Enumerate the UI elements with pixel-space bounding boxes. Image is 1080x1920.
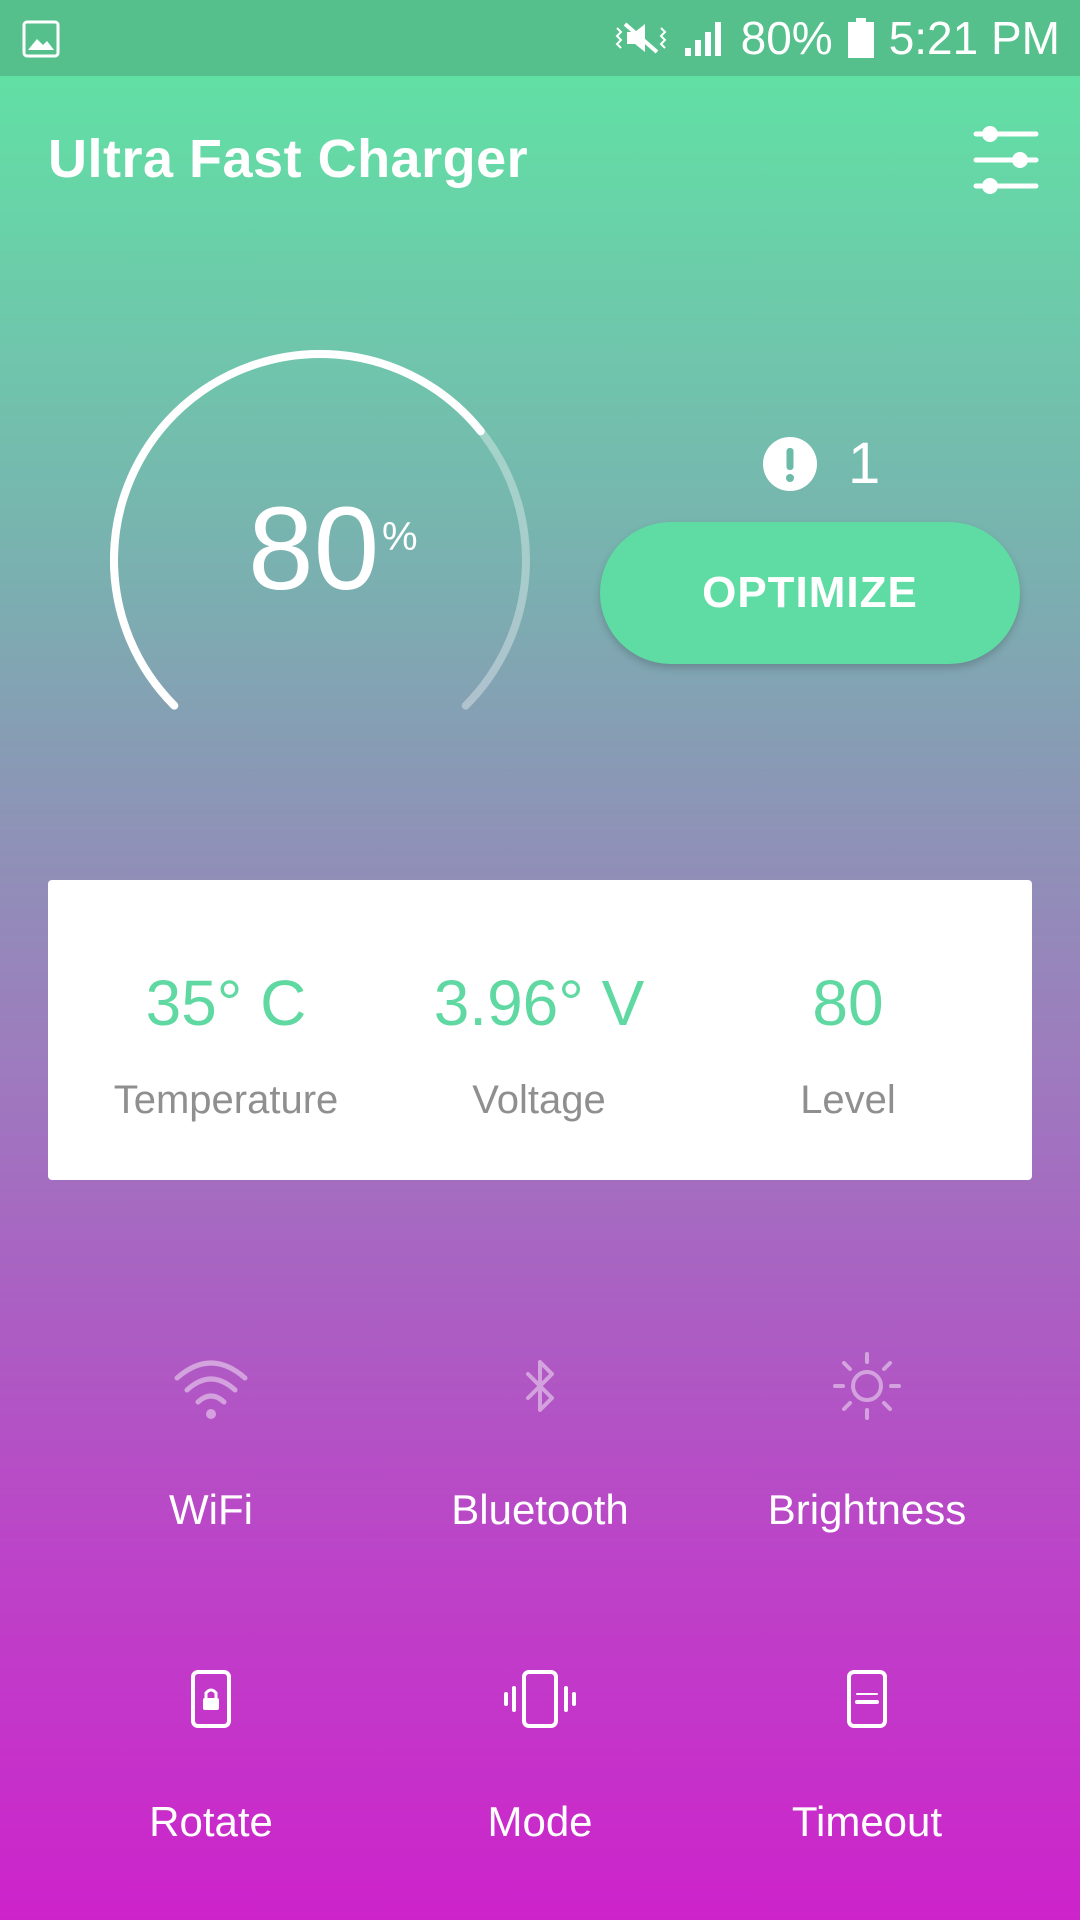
sliders-icon[interactable] xyxy=(972,124,1040,196)
app-screen: 80% 5:21 PM Ultra Fast Charger 80 % 1 OP… xyxy=(0,0,1080,1920)
status-right: 80% 5:21 PM xyxy=(613,0,1060,76)
optimize-button[interactable]: OPTIMIZE xyxy=(600,522,1020,664)
bluetooth-icon xyxy=(526,1360,554,1412)
tool-label: WiFi xyxy=(169,1486,253,1533)
wifi-icon xyxy=(174,1360,248,1419)
tool-label: Rotate xyxy=(149,1798,273,1845)
signal-icon xyxy=(684,22,721,56)
status-bar: 80% 5:21 PM xyxy=(0,0,1080,76)
timeout-icon xyxy=(847,1670,887,1728)
issues-indicator: 1 xyxy=(762,430,880,497)
vibrate-mute-icon xyxy=(615,22,667,54)
battery-percent: 80% xyxy=(740,12,833,64)
stat-label: Level xyxy=(800,1078,896,1122)
issues-count: 1 xyxy=(848,431,881,496)
stat-value: 35° C xyxy=(145,967,307,1039)
rotate-lock-icon xyxy=(191,1670,231,1728)
stat-label: Temperature xyxy=(113,1078,339,1122)
status-time: 5:21 PM xyxy=(888,12,1060,64)
tool-label: Bluetooth xyxy=(451,1486,629,1533)
brightness-icon xyxy=(833,1352,901,1420)
gauge-unit: % xyxy=(382,515,418,559)
stats-card: 35° C Temperature 3.96° V Voltage 80 Lev… xyxy=(48,880,1032,1180)
vibrate-mode-icon xyxy=(504,1670,576,1728)
tool-label: Brightness xyxy=(767,1486,967,1533)
stat-label: Voltage xyxy=(472,1078,606,1122)
stat-value: 80 xyxy=(812,967,884,1039)
alert-icon xyxy=(763,436,817,491)
stat-value: 3.96° V xyxy=(433,967,645,1039)
image-icon xyxy=(22,20,60,58)
app-title: Ultra Fast Charger xyxy=(48,129,529,189)
battery-icon xyxy=(847,18,874,58)
tool-label: Mode xyxy=(487,1798,593,1845)
gauge-value: 80 xyxy=(248,483,380,615)
tool-label: Timeout xyxy=(791,1798,943,1845)
